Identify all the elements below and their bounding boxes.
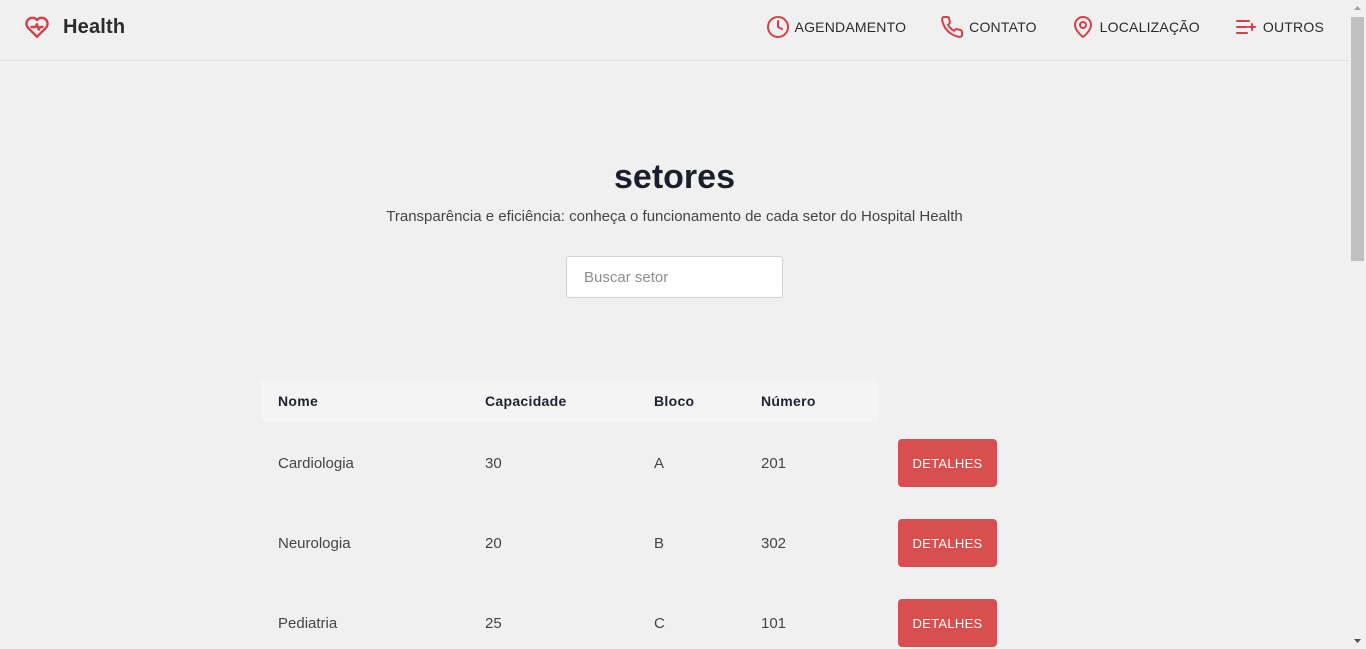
list-plus-icon	[1234, 15, 1258, 39]
cell-bloco: C	[654, 615, 665, 632]
cell-capacidade: 25	[485, 615, 502, 632]
column-header-capacidade: Capacidade	[485, 393, 567, 409]
page-title: setores	[614, 158, 735, 196]
heart-pulse-icon	[24, 14, 50, 40]
column-header-bloco: Bloco	[654, 393, 695, 409]
cell-bloco: B	[654, 535, 665, 552]
nav-item-localizacao[interactable]: LOCALIZAÇÃO	[1071, 15, 1200, 39]
phone-icon	[940, 15, 964, 39]
page-subtitle: Transparência e eficiência: conheça o fu…	[386, 208, 963, 225]
search-input[interactable]	[566, 256, 783, 298]
vertical-scrollbar[interactable]	[1349, 0, 1366, 649]
navbar: Health AGENDAMENTO CONTATO LOCALIZAÇÃO O…	[0, 0, 1349, 61]
details-button[interactable]: DETALHES	[898, 599, 997, 647]
nav-item-label: AGENDAMENTO	[794, 19, 907, 35]
table-header: Nome Capacidade Bloco Número	[261, 379, 878, 422]
brand-name: Health	[63, 15, 126, 38]
page: Health AGENDAMENTO CONTATO LOCALIZAÇÃO O…	[0, 0, 1366, 649]
cell-bloco: A	[654, 455, 665, 472]
nav-item-label: CONTATO	[969, 19, 1037, 35]
cell-numero: 201	[761, 455, 787, 472]
nav-item-agendamento[interactable]: AGENDAMENTO	[766, 15, 907, 39]
scroll-up-arrow-icon[interactable]	[1349, 0, 1366, 17]
cell-numero: 302	[761, 535, 787, 552]
cell-numero: 101	[761, 615, 787, 632]
column-header-nome: Nome	[278, 393, 319, 409]
nav-item-label: LOCALIZAÇÃO	[1099, 19, 1200, 35]
map-pin-icon	[1071, 15, 1095, 39]
details-button[interactable]: DETALHES	[898, 519, 997, 567]
scroll-down-arrow-icon[interactable]	[1349, 632, 1366, 649]
nav-item-label: OUTROS	[1262, 19, 1324, 35]
cell-nome: Cardiologia	[278, 455, 354, 472]
brand[interactable]: Health	[24, 14, 125, 40]
nav-item-outros[interactable]: OUTROS	[1234, 15, 1324, 39]
nav-item-contato[interactable]: CONTATO	[940, 15, 1037, 39]
details-button[interactable]: DETALHES	[898, 439, 997, 487]
column-header-numero: Número	[761, 393, 816, 409]
table-row: Cardiologia 30 A 201 DETALHES	[261, 423, 1021, 503]
clock-icon	[766, 15, 790, 39]
table-row: Pediatria 25 C 101 DETALHES	[261, 583, 1021, 649]
cell-capacidade: 30	[485, 455, 502, 472]
cell-nome: Neurologia	[278, 535, 351, 552]
cell-nome: Pediatria	[278, 615, 338, 632]
scrollbar-thumb[interactable]	[1351, 17, 1364, 261]
table-row: Neurologia 20 B 302 DETALHES	[261, 503, 1021, 583]
cell-capacidade: 20	[485, 535, 502, 552]
main-nav: AGENDAMENTO CONTATO LOCALIZAÇÃO OUTROS	[732, 15, 1324, 39]
